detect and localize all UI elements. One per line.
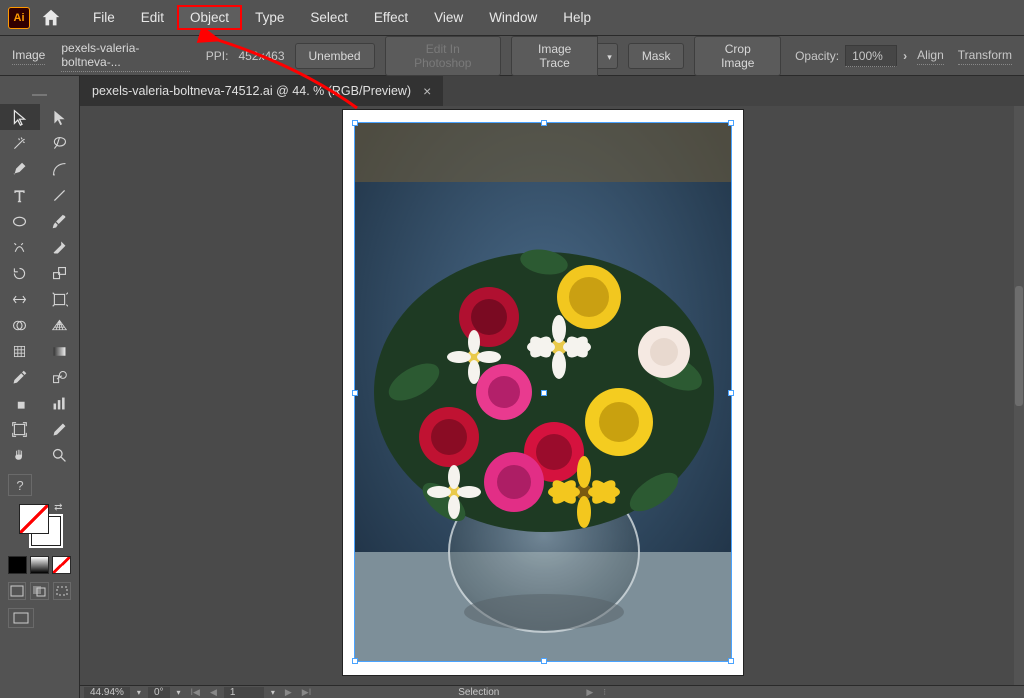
fill-stroke-control[interactable]: ⇄ (17, 502, 63, 548)
draw-inside[interactable] (53, 582, 71, 600)
align-panel-toggle[interactable]: Align (917, 46, 944, 65)
artboard-next-icon[interactable]: ▶ (282, 687, 295, 698)
menu-help[interactable]: Help (550, 5, 604, 30)
artboard-number[interactable]: 1 (224, 687, 264, 698)
context-label[interactable]: Image (12, 46, 45, 65)
artboard-dropdown-icon[interactable]: ▾ (268, 688, 278, 697)
menu-select[interactable]: Select (297, 5, 361, 30)
color-mode-row (0, 554, 79, 580)
unembed-button[interactable]: Unembed (295, 43, 375, 69)
direct-selection-tool[interactable] (40, 104, 80, 130)
screen-mode-button[interactable] (8, 608, 34, 628)
status-play-icon[interactable]: ▶ (583, 687, 596, 698)
edit-toolbar-button[interactable]: ? (8, 474, 32, 496)
menu-object[interactable]: Object (177, 5, 242, 30)
scale-tool[interactable] (40, 260, 80, 286)
home-icon[interactable] (40, 7, 62, 29)
hand-tool[interactable] (0, 442, 40, 468)
status-grip-icon[interactable]: ⁝ (600, 687, 609, 698)
opacity-group: Opacity: 100% › (795, 45, 907, 67)
gradient-tool[interactable] (40, 338, 80, 364)
linked-file-name[interactable]: pexels-valeria-boltneva-... (61, 39, 189, 72)
opacity-value[interactable]: 100% (845, 45, 897, 67)
menu-view[interactable]: View (421, 5, 476, 30)
toolbox-grid (0, 104, 79, 468)
app-logo-icon[interactable]: Ai (8, 7, 30, 29)
edit-in-photoshop-button: Edit In Photoshop (385, 36, 502, 76)
curvature-tool[interactable] (40, 156, 80, 182)
eyedropper-tool[interactable] (0, 364, 40, 390)
artboard-prev-icon[interactable]: ◀ (207, 687, 220, 698)
paintbrush-tool[interactable] (40, 208, 80, 234)
rotate-tool[interactable] (0, 260, 40, 286)
menu-items: File Edit Object Type Select Effect View… (80, 5, 604, 30)
fill-swatch[interactable] (19, 504, 49, 534)
color-mode-solid[interactable] (8, 556, 27, 574)
transform-panel-toggle[interactable]: Transform (958, 46, 1012, 65)
draw-behind[interactable] (30, 582, 48, 600)
menu-bar: Ai File Edit Object Type Select Effect V… (0, 0, 1024, 36)
close-icon[interactable]: × (423, 83, 431, 99)
slice-tool[interactable] (40, 416, 80, 442)
color-mode-gradient[interactable] (30, 556, 49, 574)
mask-button[interactable]: Mask (628, 43, 685, 69)
line-tool[interactable] (40, 182, 80, 208)
perspective-grid-tool[interactable] (40, 312, 80, 338)
draw-mode-row (0, 580, 79, 602)
status-bar: 44.94% ▾ 0° ▾ I◀ ◀ 1 ▾ ▶ ▶I Selection ▶ … (80, 685, 1024, 698)
width-tool[interactable] (0, 286, 40, 312)
menu-edit[interactable]: Edit (128, 5, 177, 30)
image-trace-button[interactable]: Image Trace (511, 36, 598, 76)
toolbox: ? ⇄ (0, 76, 80, 698)
chevron-right-icon[interactable]: › (903, 49, 907, 63)
placed-image[interactable] (354, 122, 732, 662)
color-mode-none[interactable] (52, 556, 71, 574)
magic-wand-tool[interactable] (0, 130, 40, 156)
artboard-tool[interactable] (0, 416, 40, 442)
vertical-scrollbar[interactable] (1014, 106, 1024, 685)
zoom-level[interactable]: 44.94% (84, 687, 130, 698)
scrollbar-thumb[interactable] (1015, 286, 1023, 406)
document-tab-strip: pexels-valeria-boltneva-74512.ai @ 44. %… (80, 76, 1024, 106)
blend-tool[interactable] (40, 364, 80, 390)
control-bar: Image pexels-valeria-boltneva-... PPI: 4… (0, 36, 1024, 76)
rotation-dropdown-icon[interactable]: ▾ (174, 688, 184, 697)
opacity-label: Opacity: (795, 49, 839, 63)
menu-window[interactable]: Window (476, 5, 550, 30)
zoom-dropdown-icon[interactable]: ▾ (134, 688, 144, 697)
free-transform-tool[interactable] (40, 286, 80, 312)
ppi-value: 452x463 (238, 49, 284, 63)
document-tab-title: pexels-valeria-boltneva-74512.ai @ 44. %… (92, 84, 411, 98)
image-trace-dropdown[interactable]: ▾ (598, 43, 618, 69)
status-selection-label: Selection (458, 687, 499, 698)
menu-type[interactable]: Type (242, 5, 297, 30)
canvas[interactable] (80, 106, 1014, 685)
draw-normal[interactable] (8, 582, 26, 600)
pen-tool[interactable] (0, 156, 40, 182)
shape-builder-tool[interactable] (0, 312, 40, 338)
ellipse-tool[interactable] (0, 208, 40, 234)
control-bar-right: Align Transform (917, 46, 1012, 65)
menu-file[interactable]: File (80, 5, 128, 30)
eraser-tool[interactable] (40, 234, 80, 260)
type-tool[interactable] (0, 182, 40, 208)
swap-fill-stroke-icon[interactable]: ⇄ (54, 502, 62, 513)
ppi-label: PPI: (206, 49, 229, 63)
document-tab[interactable]: pexels-valeria-boltneva-74512.ai @ 44. %… (80, 76, 443, 106)
shaper-tool[interactable] (0, 234, 40, 260)
artboard-first-icon[interactable]: I◀ (188, 687, 203, 698)
selection-tool[interactable] (0, 104, 40, 130)
toolbox-grip[interactable] (32, 94, 47, 96)
rotation-value[interactable]: 0° (148, 687, 170, 698)
symbol-sprayer-tool[interactable] (0, 390, 40, 416)
column-graph-tool[interactable] (40, 390, 80, 416)
crop-image-button[interactable]: Crop Image (694, 36, 781, 76)
mesh-tool[interactable] (0, 338, 40, 364)
chevron-down-icon: ▾ (607, 52, 612, 62)
lasso-tool[interactable] (40, 130, 80, 156)
artboard-last-icon[interactable]: ▶I (299, 687, 314, 698)
zoom-tool[interactable] (40, 442, 80, 468)
menu-effect[interactable]: Effect (361, 5, 421, 30)
